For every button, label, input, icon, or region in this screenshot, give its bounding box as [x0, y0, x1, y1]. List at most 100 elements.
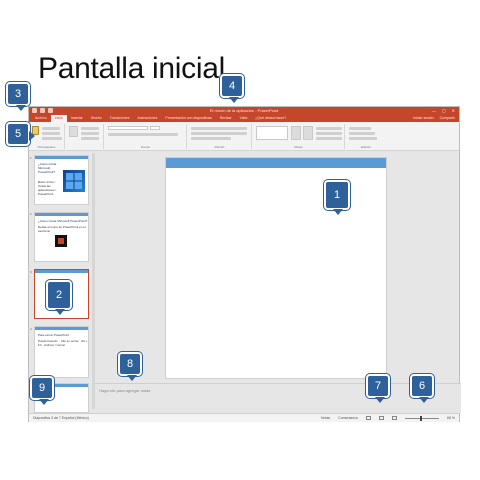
shape-outline-button[interactable]: [316, 132, 342, 135]
minimize-button[interactable]: —: [432, 108, 436, 113]
page-title: Pantalla inicial: [38, 52, 225, 85]
share-button[interactable]: Compartir: [440, 115, 455, 122]
align-buttons[interactable]: [191, 132, 247, 135]
thumb-title: ¿Cómo iniciar Microsoft PowerPoint?: [38, 162, 57, 174]
group-label-font: Fuente: [140, 145, 151, 149]
callout-9: 9: [30, 376, 54, 405]
callout-label: 4: [228, 80, 236, 92]
tab-insertar[interactable]: Insertar: [67, 115, 87, 122]
zoom-slider-thumb[interactable]: [420, 415, 423, 421]
notes-pane[interactable]: Haga clic para agregar notas: [95, 383, 461, 413]
find-button[interactable]: [349, 127, 371, 130]
callout-label: 8: [126, 358, 134, 370]
maximize-button[interactable]: ▢: [442, 108, 446, 113]
smartart-button[interactable]: [191, 137, 231, 140]
slide-thumbnail-2[interactable]: ¿Cómo iniciar Microsoft PowerPoint? Desd…: [34, 212, 89, 262]
slide-header-bar: [166, 158, 386, 168]
ribbon-tabs: Archivo Inicio Insertar Diseño Transicio…: [29, 115, 459, 122]
callout-label: 5: [14, 128, 22, 140]
group-label-clipboard: Portapapeles: [37, 145, 56, 149]
arrange-button[interactable]: [291, 126, 301, 140]
thumb-number: 4: [30, 327, 32, 331]
zoom-slider[interactable]: [405, 415, 440, 421]
zoom-level[interactable]: 68 %: [447, 416, 455, 420]
title-bar: El rincón de la aplicación - PowerPoint …: [29, 107, 459, 115]
slide-canvas[interactable]: [165, 157, 387, 379]
thumbnails-scrollbar[interactable]: [92, 153, 95, 409]
status-bar: Diapositiva 3 de 7 Español (México) Nota…: [29, 413, 459, 422]
reset-button[interactable]: [81, 132, 99, 135]
callout-tail: [29, 131, 35, 141]
sign-in-link[interactable]: Iniciar sesión: [413, 115, 433, 122]
tab-presentacion[interactable]: Presentación con diapositivas: [161, 115, 215, 122]
select-button[interactable]: [349, 137, 377, 140]
slide-page: Pantalla inicial El rincón de la aplicac…: [0, 0, 480, 480]
new-slide-button[interactable]: [69, 126, 78, 137]
shapes-gallery[interactable]: [256, 126, 288, 140]
tab-inicio[interactable]: Inicio: [50, 115, 67, 122]
group-editing: Edición: [346, 124, 386, 149]
section-button[interactable]: [81, 137, 99, 140]
tab-vista[interactable]: Vista: [236, 115, 252, 122]
group-label-drawing: Dibujo: [294, 145, 303, 149]
callout-1: 1: [324, 180, 350, 215]
thumb-header-bar: [35, 327, 88, 330]
group-label-editing: Edición: [361, 145, 371, 149]
normal-view-icon[interactable]: [366, 416, 372, 420]
layout-button[interactable]: [81, 127, 99, 130]
powerpoint-icon-image: [55, 235, 67, 247]
tell-me-search[interactable]: ¿Qué desea hacer?: [251, 115, 290, 122]
callout-label: 6: [418, 380, 426, 392]
thumb-header-bar: [35, 213, 88, 216]
tab-diseno[interactable]: Diseño: [87, 115, 106, 122]
callout-7: 7: [366, 374, 390, 403]
callout-2: 2: [46, 280, 72, 315]
list-buttons[interactable]: [191, 127, 247, 130]
callout-tail: [39, 399, 49, 405]
group-slides: [66, 124, 104, 149]
slide-counter: Diapositiva 3 de 7 Español (México): [33, 416, 89, 420]
callout-tail: [375, 397, 385, 403]
cut-button[interactable]: [42, 127, 60, 130]
comments-button[interactable]: Comentarios: [338, 416, 358, 420]
shape-fill-button[interactable]: [316, 127, 342, 130]
format-painter-button[interactable]: [42, 137, 62, 140]
thumb-header-bar: [35, 156, 88, 159]
tab-archivo[interactable]: Archivo: [31, 115, 51, 122]
copy-button[interactable]: [42, 132, 60, 135]
close-button[interactable]: ✕: [452, 108, 455, 113]
callout-3: 3: [6, 82, 30, 111]
tab-revisar[interactable]: Revisar: [216, 115, 236, 122]
slide-thumbnail-4[interactable]: Para cerrar PowerPoint Puede hacerlo: · …: [34, 326, 89, 378]
callout-label: 1: [333, 189, 341, 201]
thumb-body: Puede hacerlo: · Clic en cerrar · Alt + …: [38, 339, 88, 347]
font-name-field[interactable]: [108, 126, 148, 130]
quick-styles-button[interactable]: [303, 126, 313, 140]
replace-button[interactable]: [349, 132, 375, 135]
callout-tail: [229, 97, 239, 103]
font-format-buttons[interactable]: [108, 133, 178, 136]
reading-view-icon[interactable]: [392, 416, 398, 420]
group-drawing: Dibujo: [253, 124, 345, 149]
sorter-view-icon[interactable]: [379, 416, 385, 420]
callout-6: 6: [410, 374, 434, 403]
tab-transiciones[interactable]: Transiciones: [106, 115, 134, 122]
callout-4: 4: [220, 74, 244, 103]
callout-8: 8: [118, 352, 142, 381]
group-font: Fuente: [105, 124, 187, 149]
callout-label: 7: [374, 380, 382, 392]
group-label-paragraph: Párrafo: [214, 145, 225, 149]
callout-tail: [16, 105, 26, 111]
slide-thumbnail-1[interactable]: ¿Cómo iniciar Microsoft PowerPoint? Botó…: [34, 155, 89, 205]
window-controls: — ▢ ✕: [432, 108, 455, 113]
tab-animaciones[interactable]: Animaciones: [133, 115, 161, 122]
document-title: El rincón de la aplicación - PowerPoint: [209, 108, 279, 113]
thumb-number: 1: [30, 156, 32, 160]
notes-button[interactable]: Notas: [321, 416, 330, 420]
callout-label: 9: [38, 382, 46, 394]
thumb-body: Desde el icono de PowerPoint en el escri…: [38, 225, 86, 233]
shape-effects-button[interactable]: [316, 137, 342, 140]
font-size-field[interactable]: [150, 126, 160, 130]
group-paragraph: Párrafo: [188, 124, 252, 149]
windows-start-image: [63, 170, 85, 192]
